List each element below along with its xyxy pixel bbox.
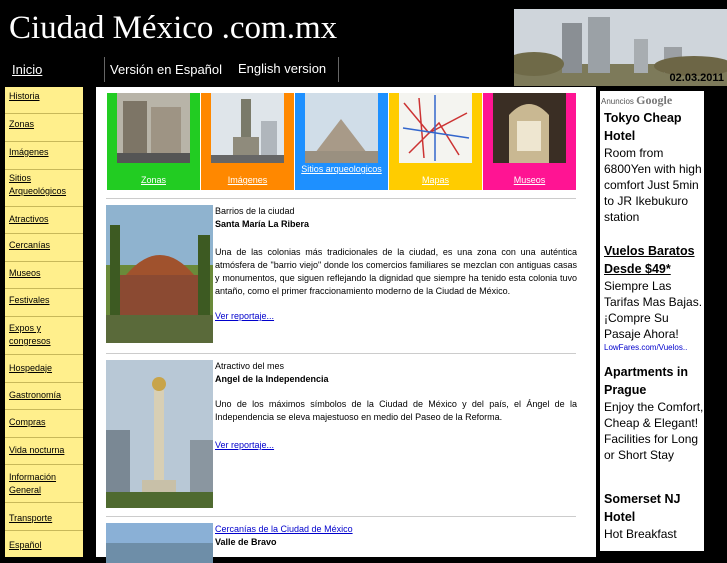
tile-label[interactable]: Sitios arqueologicos	[295, 163, 388, 175]
sidebar-item-informacion-general[interactable]: Información General	[5, 465, 83, 503]
read-more-link[interactable]: Ver reportaje...	[215, 310, 577, 323]
tile-zonas[interactable]: Zonas	[107, 93, 200, 190]
article-text: Atractivo del mes Angel de la Independen…	[215, 360, 577, 500]
ads-label: Anuncios	[601, 97, 634, 106]
sidebar-item-label[interactable]: Zonas	[9, 119, 34, 129]
sidebar-item-transporte[interactable]: Transporte	[5, 503, 83, 531]
sidebar-item-espanol[interactable]: Español	[5, 531, 83, 557]
ad-vuelos-baratos[interactable]: Vuelos Baratos Desde $49* Siempre Las Ta…	[604, 242, 704, 353]
ad-prague-apartments[interactable]: Apartments in Prague Enjoy the Comfort, …	[604, 363, 704, 489]
ad-url[interactable]: LowFares.com/Vuelos..	[604, 342, 704, 353]
article-title: Valle de Bravo	[215, 537, 277, 547]
ad-title[interactable]: Tokyo Cheap Hotel	[604, 109, 704, 145]
article-kicker: Barrios de la ciudad	[215, 206, 295, 216]
sidebar-item-label[interactable]: Museos	[9, 268, 41, 278]
home-link[interactable]: Inicio	[12, 62, 42, 77]
empty-link[interactable]	[215, 455, 220, 468]
article-text: Barrios de la ciudad Santa María La Ribe…	[215, 205, 577, 323]
ad-somerset-hotel[interactable]: Somerset NJ Hotel Hot Breakfast	[604, 490, 704, 542]
sidebar-item-festivales[interactable]: Festivales	[5, 289, 83, 317]
sidebar-item-label[interactable]: Festivales	[9, 295, 50, 305]
museos-thumbnail[interactable]	[493, 93, 566, 163]
spanish-version-link[interactable]: Versión en Español	[110, 62, 222, 77]
sidebar-item-hospedaje[interactable]: Hospedaje	[5, 355, 83, 383]
santa-maria-photo[interactable]	[106, 205, 213, 343]
sidebar-item-historia[interactable]: Historia	[5, 87, 83, 114]
english-version-link[interactable]: English version	[238, 61, 326, 76]
sidebar-item-gastronomia[interactable]: Gastronomía	[5, 383, 83, 410]
sidebar-item-atractivos[interactable]: Atractivos	[5, 207, 83, 234]
read-more-link[interactable]: Ver reportaje...	[215, 439, 577, 452]
google-logo[interactable]: Google	[636, 93, 672, 107]
tile-museos[interactable]: Museos	[483, 93, 576, 190]
sidebar-item-vida-nocturna[interactable]: Vida nocturna	[5, 438, 83, 465]
site-title: Ciudad México .com.mx	[9, 10, 338, 46]
ad-title[interactable]: Apartments in Prague	[604, 363, 704, 399]
ad-title[interactable]: Somerset NJ Hotel	[604, 490, 704, 526]
sidebar-item-label[interactable]: Información General	[9, 472, 56, 495]
imagenes-thumbnail[interactable]	[211, 93, 284, 163]
article-title: Angel de la Independencia	[215, 374, 329, 384]
sidebar-item-expos[interactable]: Expos y congresos	[5, 317, 83, 355]
empty-link[interactable]	[215, 471, 220, 484]
article-text: Cercanías de la Ciudad de México Valle d…	[215, 523, 577, 549]
tile-imagenes[interactable]: Imágenes	[201, 93, 294, 190]
ad-body[interactable]: Siempre Las Tarifas Mas Bajas. ¡Compre S…	[604, 278, 704, 342]
sidebar-item-label[interactable]: Español	[9, 540, 42, 550]
language-switcher: Versión en Español English version	[104, 57, 339, 82]
sitios-thumbnail[interactable]	[305, 93, 378, 163]
sidebar-item-cercanias[interactable]: Cercanías	[5, 234, 83, 262]
sidebar-item-label[interactable]: Sitios Arqueológicos	[9, 173, 66, 196]
sidebar-item-label[interactable]: Vida nocturna	[9, 445, 64, 455]
sidebar-item-label[interactable]: Transporte	[9, 513, 52, 523]
tile-label[interactable]: Zonas	[107, 174, 200, 186]
ad-body[interactable]: Enjoy the Comfort, Cheap & Elegant! Faci…	[604, 399, 704, 489]
ads-header: Anuncios Google	[601, 93, 672, 108]
article-title: Santa María La Ribera	[215, 219, 310, 229]
sidebar-item-label[interactable]: Hospedaje	[9, 363, 52, 373]
divider	[106, 198, 576, 199]
zonas-thumbnail[interactable]	[117, 93, 190, 163]
mapas-thumbnail[interactable]	[399, 93, 472, 163]
ad-tokyo-hotel[interactable]: Tokyo Cheap Hotel Room from 6800Yen with…	[604, 109, 704, 231]
article-kicker: Atractivo del mes	[215, 361, 285, 371]
sidebar-item-zonas[interactable]: Zonas	[5, 114, 83, 142]
divider	[106, 516, 576, 517]
article-body: Una de las colonias más tradicionales de…	[215, 247, 577, 296]
ads-panel: Anuncios Google Tokyo Cheap Hotel Room f…	[600, 91, 704, 551]
angel-photo[interactable]	[106, 360, 213, 508]
sidebar-item-label[interactable]: Cercanías	[9, 240, 50, 250]
sidebar-nav: Historia Zonas Imágenes Sitios Arqueológ…	[5, 87, 83, 557]
ad-body[interactable]: Room from 6800Yen with high comfort Just…	[604, 145, 704, 231]
main-content: Zonas Imágenes Sitios arqueologicos Mapa…	[96, 87, 596, 563]
sidebar-item-label[interactable]: Historia	[9, 91, 40, 101]
valle-de-bravo-photo[interactable]	[106, 523, 213, 563]
empty-link[interactable]	[215, 487, 220, 500]
tile-mapas[interactable]: Mapas	[389, 93, 482, 190]
sidebar-item-label[interactable]: Atractivos	[9, 214, 49, 224]
tile-label[interactable]: Imágenes	[201, 174, 294, 186]
date-label: 02.03.2011	[669, 72, 724, 84]
sidebar-item-label[interactable]: Compras	[9, 417, 46, 427]
header-bar: Ciudad México .com.mx Inicio Versión en …	[0, 0, 727, 88]
ad-body[interactable]: Hot Breakfast	[604, 526, 704, 542]
sidebar-item-sitios-arqueologicos[interactable]: Sitios Arqueológicos	[5, 170, 83, 207]
header-skyline-photo: 02.03.2011	[514, 9, 727, 86]
divider	[106, 353, 576, 354]
sidebar-item-label[interactable]: Gastronomía	[9, 390, 61, 400]
tile-label[interactable]: Mapas	[389, 174, 482, 186]
tile-sitios-arqueologicos[interactable]: Sitios arqueologicos	[295, 93, 388, 190]
sidebar-item-label[interactable]: Expos y congresos	[9, 323, 51, 346]
ad-title[interactable]: Vuelos Baratos Desde $49*	[604, 242, 704, 278]
article-body: Uno de los máximos símbolos de la Ciudad…	[215, 399, 577, 422]
sidebar-item-compras[interactable]: Compras	[5, 410, 83, 438]
article-kicker-link[interactable]: Cercanías de la Ciudad de México	[215, 523, 577, 536]
sidebar-item-imagenes[interactable]: Imágenes	[5, 142, 83, 170]
tile-label[interactable]: Museos	[483, 174, 576, 186]
sidebar-item-museos[interactable]: Museos	[5, 262, 83, 289]
sidebar-item-label[interactable]: Imágenes	[9, 147, 49, 157]
section-tiles: Zonas Imágenes Sitios arqueologicos Mapa…	[107, 93, 576, 190]
